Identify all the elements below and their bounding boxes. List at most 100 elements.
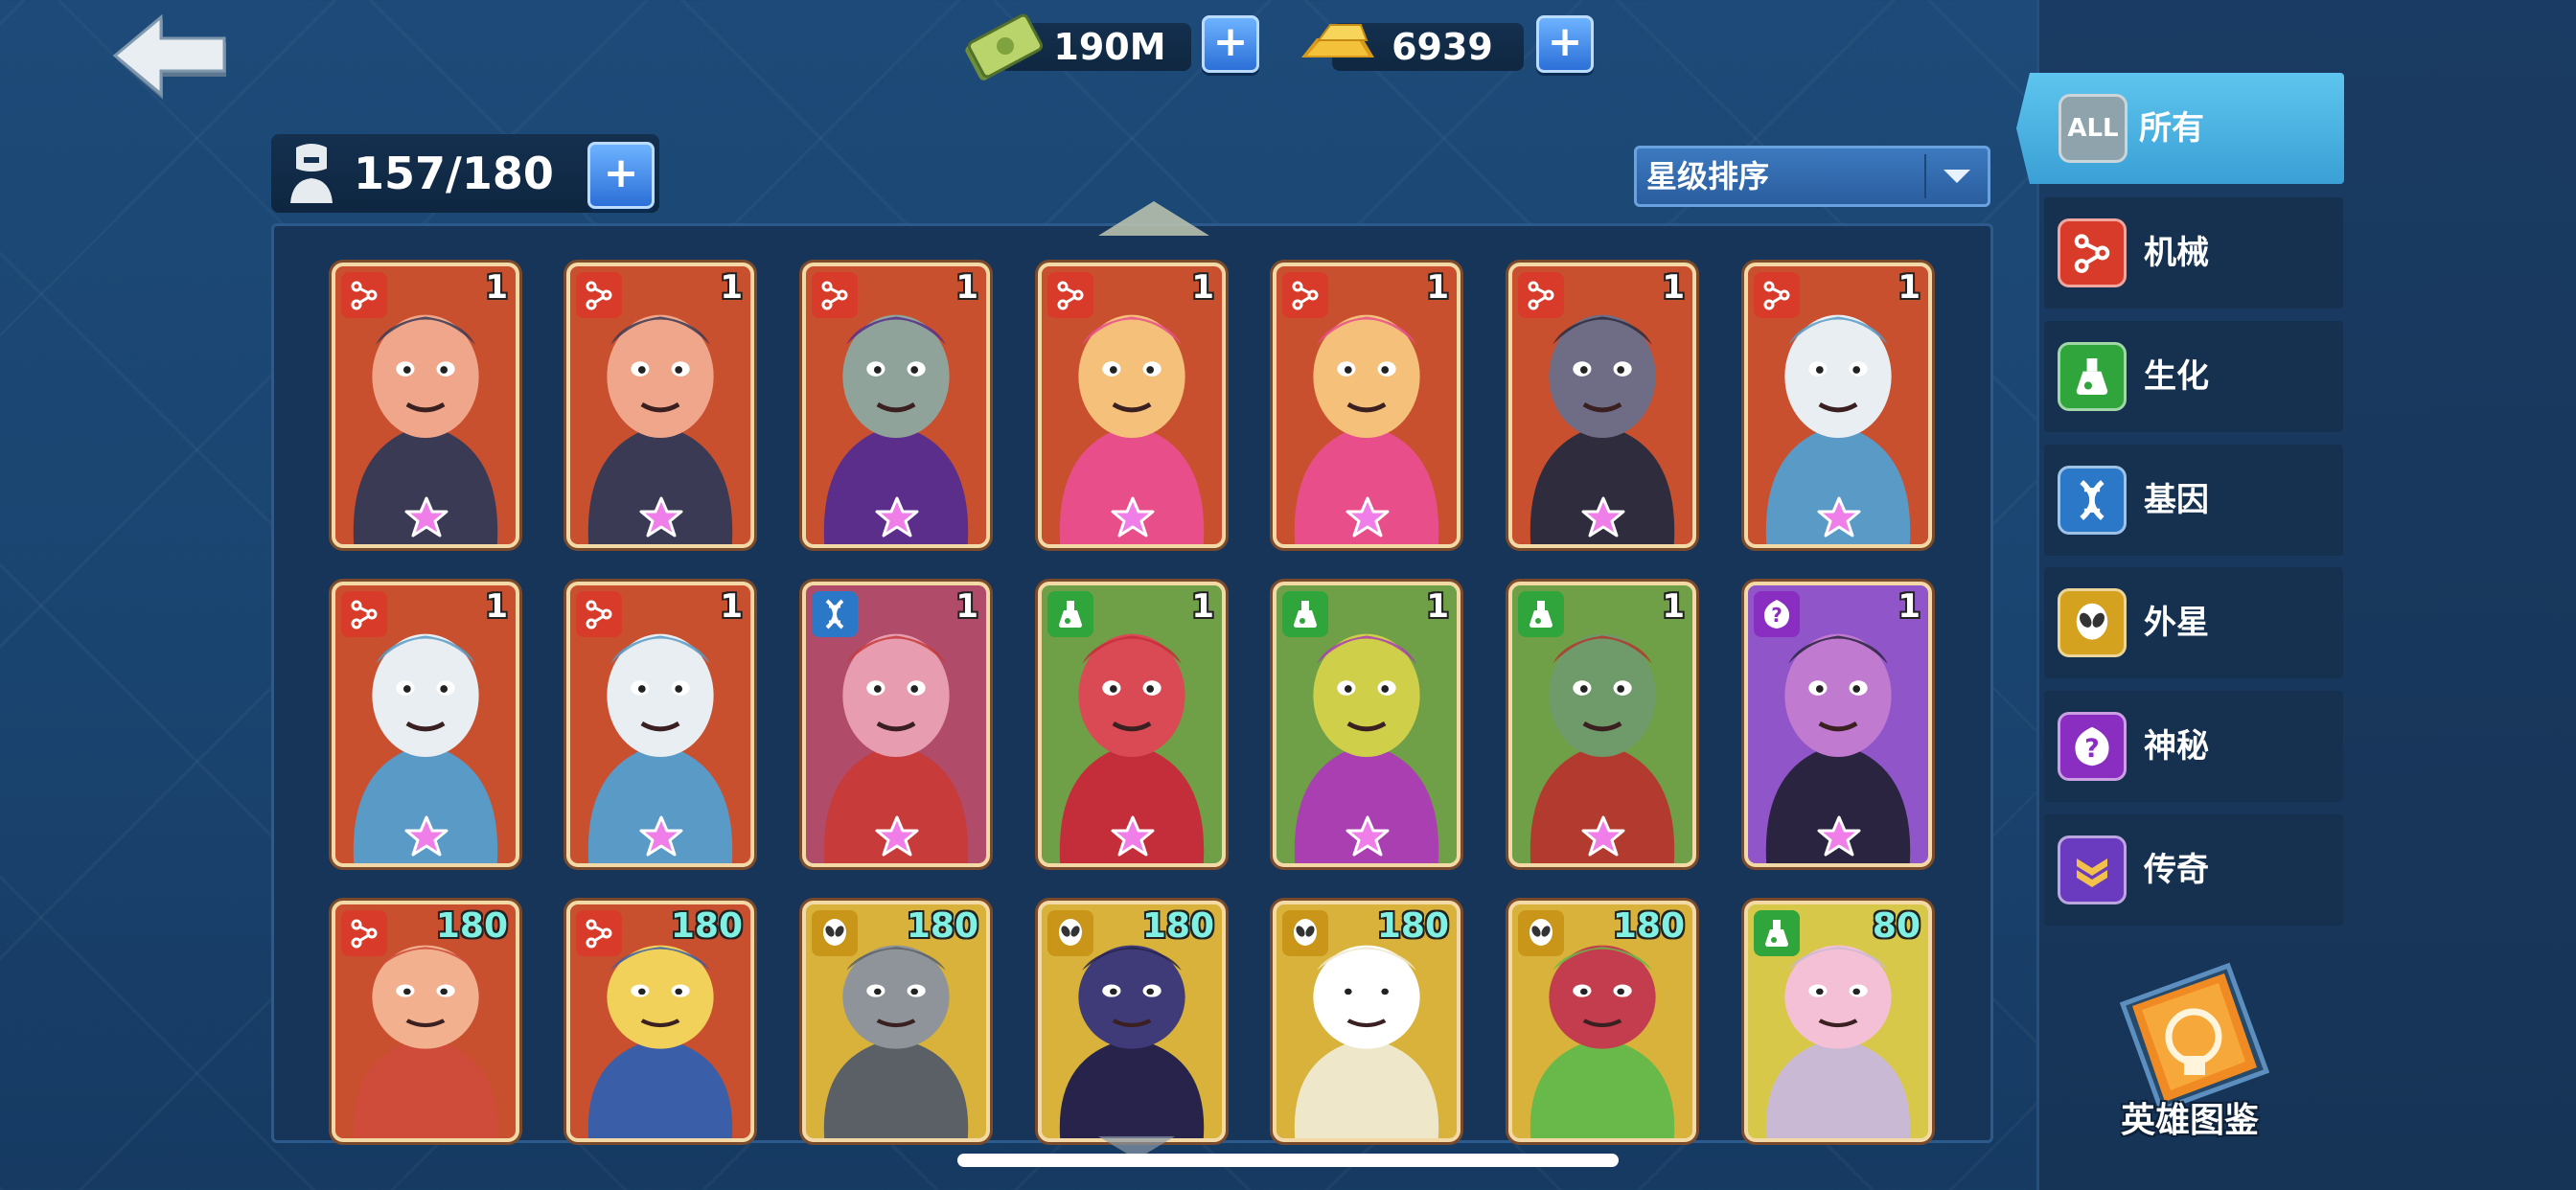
sort-dropdown-label: 星级排序 [1646, 158, 1770, 195]
gold-value: 6939 [1392, 26, 1493, 68]
hero-card[interactable]: 180 [802, 901, 990, 1142]
tab-legend[interactable]: 传奇 [2044, 814, 2343, 926]
tab-label: 外星 [2144, 604, 2209, 642]
hero-card[interactable]: 1 [1508, 582, 1696, 867]
tab-label: 生化 [2144, 357, 2209, 396]
back-button[interactable] [112, 13, 232, 105]
tab-mystic[interactable]: ? 神秘 [2044, 691, 2343, 802]
hero-level: 80 [1872, 906, 1920, 946]
star-icon [875, 815, 919, 858]
hero-card[interactable]: 80 [1744, 901, 1932, 1142]
hero-level: 1 [1898, 268, 1920, 307]
plus-icon: + [1547, 17, 1583, 66]
hero-card[interactable]: 1 [802, 263, 990, 548]
legend-icon [2058, 835, 2127, 904]
mystery-icon: ? [2058, 712, 2127, 781]
star-icon [1817, 815, 1861, 858]
mech-icon [2058, 218, 2127, 287]
hero-bust-icon [290, 144, 333, 203]
mech-faction-icon [576, 272, 622, 318]
alien-icon [2058, 588, 2127, 657]
hero-card[interactable]: 1 [802, 582, 990, 867]
star-icon [1346, 496, 1390, 538]
hero-card[interactable]: 1 [1273, 263, 1460, 548]
hero-level: 180 [1141, 906, 1214, 946]
tab-label: 基因 [2144, 481, 2209, 519]
hero-level: 1 [720, 268, 743, 307]
add-gold-button[interactable]: + [1536, 15, 1594, 73]
hero-level: 180 [670, 906, 743, 946]
mech-faction-icon [576, 910, 622, 956]
all-icon: ALL [2058, 94, 2128, 163]
hero-level: 180 [1376, 906, 1449, 946]
star-icon [1817, 496, 1861, 538]
all-icon-text: ALL [2067, 114, 2119, 143]
star-icon [639, 496, 683, 538]
hero-card[interactable]: 1 [1744, 263, 1932, 548]
hero-card[interactable]: 180 [1508, 901, 1696, 1142]
hero-level: 1 [955, 268, 978, 307]
hero-level: 180 [435, 906, 508, 946]
star-icon [404, 815, 448, 858]
hero-card[interactable]: 1 [1038, 263, 1226, 548]
capacity-value: 157/180 [354, 148, 554, 199]
star-icon [404, 496, 448, 538]
bio-faction-icon [1754, 910, 1800, 956]
hero-card[interactable]: 1 [566, 263, 754, 548]
mech-faction-icon [1282, 272, 1328, 318]
plus-icon: + [1212, 17, 1249, 66]
hero-card[interactable]: 1 [1508, 263, 1696, 548]
tab-gene[interactable]: 基因 [2044, 445, 2343, 556]
star-icon [1346, 815, 1390, 858]
hero-card[interactable]: 180 [1038, 901, 1226, 1142]
star-icon [1111, 496, 1155, 538]
scroll-up-icon[interactable] [1098, 201, 1209, 236]
star-icon [1581, 496, 1625, 538]
hero-level: 180 [906, 906, 978, 946]
alien-faction-icon [1047, 910, 1093, 956]
hero-card[interactable]: 1 [1038, 582, 1226, 867]
tab-label: 所有 [2139, 109, 2204, 148]
star-icon [639, 815, 683, 858]
hero-card[interactable]: 1 [332, 582, 519, 867]
bio-faction-icon [1047, 591, 1093, 637]
tab-bio[interactable]: 生化 [2044, 321, 2343, 432]
mech-faction-icon [341, 910, 387, 956]
bio-faction-icon [1282, 591, 1328, 637]
hero-card[interactable]: ? 1 [1744, 582, 1932, 867]
hero-level: 1 [1898, 587, 1920, 626]
expand-capacity-button[interactable]: + [587, 142, 655, 209]
hero-level: 180 [1612, 906, 1685, 946]
star-icon [1581, 815, 1625, 858]
hero-level: 1 [485, 268, 508, 307]
mech-faction-icon [1518, 272, 1564, 318]
hero-level: 1 [1662, 587, 1685, 626]
mech-faction-icon [576, 591, 622, 637]
hero-level: 1 [485, 587, 508, 626]
sort-dropdown[interactable]: 星级排序 [1634, 146, 1990, 207]
hero-card[interactable]: 1 [332, 263, 519, 548]
hero-level: 1 [1191, 268, 1214, 307]
home-indicator[interactable] [957, 1154, 1619, 1167]
mech-faction-icon [341, 272, 387, 318]
hero-card[interactable]: 180 [566, 901, 754, 1142]
mech-faction-icon [1754, 272, 1800, 318]
flask-icon [2058, 342, 2127, 411]
hero-level: 1 [720, 587, 743, 626]
hero-card[interactable]: 1 [1273, 582, 1460, 867]
cash-value: 190M [1053, 26, 1166, 68]
gene-faction-icon [812, 591, 858, 637]
tab-mech[interactable]: 机械 [2044, 197, 2343, 309]
dna-icon [2058, 466, 2127, 535]
star-icon [875, 496, 919, 538]
hero-card[interactable]: 1 [566, 582, 754, 867]
add-cash-button[interactable]: + [1202, 15, 1259, 73]
hero-card[interactable]: 180 [1273, 901, 1460, 1142]
svg-text:?: ? [1771, 604, 1782, 627]
tab-all[interactable]: ALL 所有 [2016, 73, 2344, 184]
mech-faction-icon [1047, 272, 1093, 318]
hero-card[interactable]: 180 [332, 901, 519, 1142]
alien-faction-icon [1518, 910, 1564, 956]
tab-alien[interactable]: 外星 [2044, 567, 2343, 678]
tab-label: 神秘 [2144, 727, 2209, 766]
